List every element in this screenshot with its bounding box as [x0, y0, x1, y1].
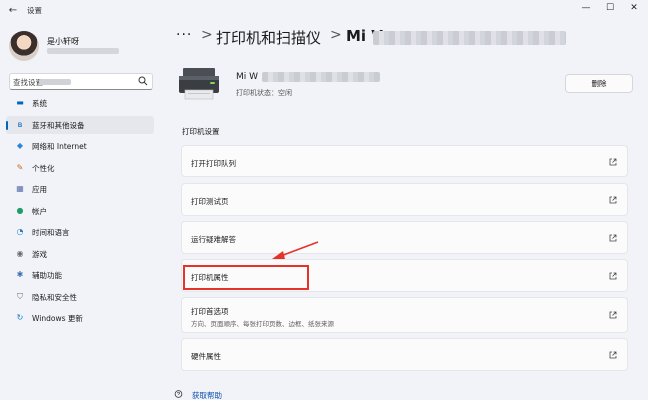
- person-icon: ●: [16, 206, 24, 215]
- breadcrumb-printers-scanners[interactable]: 打印机和扫描仪: [216, 27, 321, 48]
- annotation-highlight-box: [183, 265, 309, 290]
- printer-icon: [179, 68, 219, 100]
- open-print-queue-row[interactable]: 打开打印队列: [181, 145, 628, 177]
- breadcrumb-more-button[interactable]: ···: [176, 27, 192, 43]
- search-input[interactable]: 查找设置: [9, 73, 153, 90]
- sidebar-item[interactable]: ʙ 蓝牙和其他设备: [6, 116, 154, 134]
- back-arrow-icon[interactable]: ←: [6, 4, 20, 18]
- title-redacted: [373, 31, 566, 45]
- section-title: 打印机设置: [182, 127, 220, 136]
- row-description: 方向、页面顺序、每张打印页数、边框、纸张来源: [191, 320, 334, 328]
- row-label: 运行疑难解答: [191, 235, 236, 244]
- monitor-icon: ▬: [16, 98, 24, 107]
- avatar[interactable]: [9, 31, 39, 61]
- wifi-icon: ◆: [16, 141, 24, 150]
- globe-clock-icon: ◔: [16, 227, 24, 236]
- gamepad-icon: ◉: [16, 249, 24, 258]
- help-label: 获取帮助: [192, 391, 222, 400]
- row-label: 硬件属性: [191, 352, 221, 361]
- external-link-icon: [609, 351, 617, 359]
- accessibility-icon: ✱: [16, 270, 24, 279]
- sidebar-item[interactable]: ▦ 应用: [6, 180, 154, 198]
- close-button[interactable]: ✕: [624, 1, 644, 15]
- run-troubleshooter-row[interactable]: 运行疑难解答: [181, 221, 628, 254]
- search-redacted: [39, 79, 71, 85]
- sidebar-item-label: 应用: [32, 185, 47, 194]
- breadcrumb-separator: >: [330, 27, 342, 43]
- sidebar-item-label: 辅助功能: [32, 271, 62, 280]
- sidebar-item-label: 系统: [32, 99, 47, 108]
- external-link-icon: [609, 234, 617, 242]
- external-link-icon: [609, 272, 617, 280]
- sidebar-item[interactable]: ◆ 网络和 Internet: [6, 137, 154, 155]
- breadcrumb-separator: >: [201, 27, 213, 43]
- external-link-icon: [609, 158, 617, 166]
- sidebar-item-label: 游戏: [32, 250, 47, 259]
- external-link-icon: [609, 196, 617, 204]
- user-email-redacted: [47, 48, 119, 54]
- brush-icon: ✎: [16, 163, 24, 172]
- bluetooth-icon: ʙ: [17, 120, 23, 129]
- sidebar-item-label: 隐私和安全性: [32, 293, 77, 302]
- apps-icon: ▦: [16, 184, 24, 193]
- search-icon[interactable]: [138, 76, 148, 86]
- printer-name: Mi W: [236, 72, 259, 82]
- sidebar-item[interactable]: ▬ 系统: [6, 94, 154, 112]
- sidebar-item-label: Windows 更新: [32, 314, 83, 323]
- sidebar-item[interactable]: ✱ 辅助功能: [6, 266, 154, 284]
- printer-name-redacted: [262, 72, 380, 82]
- sidebar-item[interactable]: ⛉ 隐私和安全性: [6, 288, 154, 306]
- update-icon: ↻: [16, 313, 24, 322]
- sidebar-item[interactable]: ● 帐户: [6, 202, 154, 220]
- sidebar-item[interactable]: ✎ 个性化: [6, 159, 154, 177]
- window-title: 设置: [27, 6, 42, 15]
- user-name: 是小轩呀: [47, 37, 79, 46]
- external-link-icon: [609, 311, 617, 319]
- minimize-button[interactable]: —: [576, 1, 596, 15]
- sidebar-item-label: 网络和 Internet: [32, 142, 87, 151]
- hardware-properties-row[interactable]: 硬件属性: [181, 338, 628, 371]
- delete-printer-button[interactable]: 删除: [565, 74, 633, 93]
- maximize-button[interactable]: ☐: [600, 1, 620, 15]
- sidebar-item-label: 帐户: [32, 207, 47, 216]
- row-label: 打开打印队列: [191, 159, 236, 168]
- printing-preferences-row[interactable]: 打印首选项 方向、页面顺序、每张打印页数、边框、纸张来源: [181, 297, 628, 333]
- sidebar-item[interactable]: ↻ Windows 更新: [6, 309, 154, 327]
- sidebar: 是小轩呀 查找设置 ▬ 系统 ʙ 蓝牙和其他设备 ◆ 网络和 Internet ✎ 个性化 ▦ 应…: [0, 22, 162, 400]
- sidebar-item-label: 蓝牙和其他设备: [32, 121, 85, 130]
- row-label: 打印测试页: [191, 197, 229, 206]
- print-test-page-row[interactable]: 打印测试页: [181, 183, 628, 216]
- row-label: 打印首选项: [191, 307, 229, 316]
- sidebar-item-label: 时间和语言: [32, 228, 70, 237]
- sidebar-item-label: 个性化: [32, 164, 55, 173]
- shield-icon: ⛉: [17, 292, 23, 301]
- sidebar-item[interactable]: ◔ 时间和语言: [6, 223, 154, 241]
- printer-status: 打印机状态：空闲: [236, 89, 292, 97]
- help-chat-icon: [174, 390, 183, 398]
- sidebar-item[interactable]: ◉ 游戏: [6, 245, 154, 263]
- title-bar: ← 设置 — ☐ ✕: [0, 0, 648, 22]
